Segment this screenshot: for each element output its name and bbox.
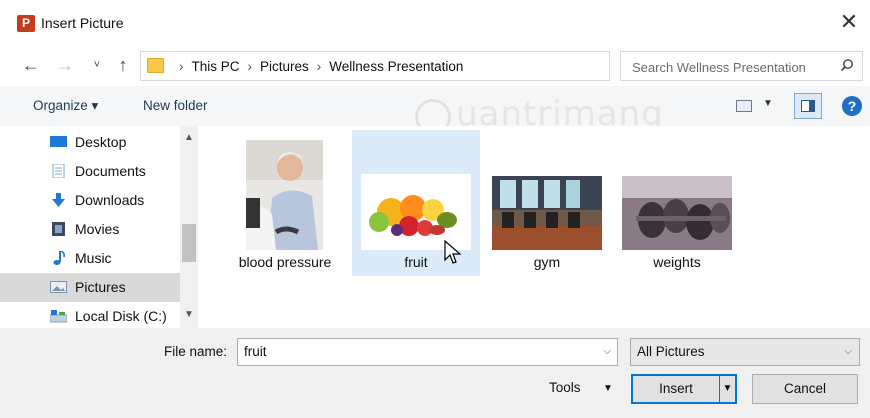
gym-thumbnail — [492, 176, 602, 250]
sidebar-item-label: Local Disk (C:) — [75, 308, 167, 324]
help-icon[interactable]: ? — [842, 96, 862, 116]
tools-chevron-icon[interactable]: ▼ — [603, 383, 613, 394]
sidebar-item-label: Music — [75, 250, 112, 266]
file-item-weights[interactable]: weights — [618, 130, 736, 276]
sidebar-item-desktop[interactable]: Desktop — [44, 128, 180, 157]
navigation-pane: Desktop Documents Downloads Movies Music… — [0, 126, 180, 328]
local-disk-icon — [50, 310, 67, 323]
sidebar-item-label: Movies — [75, 221, 120, 237]
new-folder-button[interactable]: New folder — [143, 98, 208, 113]
close-button[interactable]: ✕ — [836, 9, 862, 35]
file-list: blood pressure fruit gym weights — [198, 126, 870, 328]
file-name-input[interactable]: fruit ⌵ — [237, 338, 618, 366]
blood-pressure-thumbnail — [246, 140, 323, 250]
weights-thumbnail — [622, 176, 732, 250]
dialog-title: Insert Picture — [41, 15, 124, 31]
address-bar[interactable]: › This PC › Pictures › Wellness Presentation … — [140, 51, 738, 81]
file-type-select[interactable]: All Pictures ⌵ — [630, 338, 860, 366]
downloads-icon — [52, 193, 65, 207]
search-icon[interactable] — [840, 58, 854, 75]
breadcrumb: › This PC › Pictures › Wellness Presentation — [179, 59, 464, 74]
dialog-footer: File name: fruit ⌵ All Pictures ⌵ Tools … — [0, 328, 870, 418]
organize-button[interactable]: Organize ▾ — [33, 98, 98, 114]
address-row: ← → ˅ ↑ › This PC › Pictures › Wellness Prese… — [0, 46, 870, 86]
sidebar-scrollbar[interactable]: ▲ ▼ — [180, 126, 198, 328]
insert-button[interactable]: Insert ▼ — [631, 374, 737, 404]
recent-locations-icon[interactable]: ˅ — [86, 54, 108, 76]
sidebar-item-label: Desktop — [75, 134, 127, 150]
view-options-chevron-icon[interactable]: ▼ — [763, 98, 773, 109]
scroll-down-icon[interactable]: ▼ — [184, 309, 194, 320]
breadcrumb-pictures[interactable]: Pictures — [260, 59, 309, 74]
mouse-cursor-icon — [444, 240, 462, 264]
insert-button-label: Insert — [659, 381, 693, 396]
file-name-value[interactable]: fruit — [244, 344, 267, 359]
chevron-down-icon[interactable]: ⌵ — [844, 346, 852, 357]
breadcrumb-this-pc[interactable]: This PC — [192, 59, 240, 74]
back-arrow-icon[interactable]: ← — [20, 54, 42, 76]
file-name-label: gym — [533, 254, 561, 270]
preview-pane-icon — [801, 100, 815, 112]
sidebar-item-pictures[interactable]: Pictures — [0, 273, 180, 302]
documents-icon — [52, 164, 65, 178]
up-arrow-icon[interactable]: ↑ — [112, 54, 134, 76]
file-name-label: blood pressure — [238, 254, 332, 270]
fruit-thumbnail — [361, 174, 471, 250]
breadcrumb-wellness-presentation[interactable]: Wellness Presentation — [329, 59, 463, 74]
preview-pane-button[interactable] — [794, 93, 822, 119]
movies-icon — [52, 222, 65, 236]
sidebar-item-movies[interactable]: Movies — [44, 215, 180, 244]
chevron-down-icon[interactable]: ⌵ — [603, 346, 611, 357]
sidebar-item-downloads[interactable]: Downloads — [44, 186, 180, 215]
title-bar: P Insert Picture ✕ — [0, 0, 870, 46]
music-icon — [53, 251, 65, 265]
folder-icon — [147, 58, 164, 73]
pictures-icon — [50, 281, 67, 293]
sidebar-item-documents[interactable]: Documents — [44, 157, 180, 186]
sidebar-item-label: Pictures — [75, 279, 126, 295]
sidebar-item-label: Downloads — [75, 192, 145, 208]
scroll-up-icon[interactable]: ▲ — [184, 132, 194, 143]
sidebar-item-local-disk[interactable]: Local Disk (C:) — [44, 302, 180, 331]
desktop-icon — [50, 136, 67, 147]
file-name-label: File name: — [164, 344, 228, 359]
file-item-blood-pressure[interactable]: blood pressure — [232, 130, 338, 276]
powerpoint-icon: P — [17, 15, 35, 32]
sidebar-item-music[interactable]: Music — [44, 244, 180, 273]
cancel-button[interactable]: Cancel — [752, 374, 858, 404]
change-view-icon[interactable] — [736, 100, 752, 112]
search-box[interactable]: Search Wellness Presentation — [620, 51, 863, 81]
command-bar: Organize ▾ New folder uantrimang ▼ ? — [0, 86, 870, 135]
file-name-label: weights — [653, 254, 701, 270]
scrollbar-thumb[interactable] — [182, 224, 196, 262]
tools-button[interactable]: Tools — [549, 380, 581, 395]
insert-options-chevron-icon[interactable]: ▼ — [719, 376, 735, 402]
file-type-value: All Pictures — [637, 344, 705, 359]
search-input[interactable]: Search Wellness Presentation — [632, 60, 806, 75]
forward-arrow-icon[interactable]: → — [54, 54, 76, 76]
file-item-gym[interactable]: gym — [488, 130, 606, 276]
sidebar-item-label: Documents — [75, 163, 146, 179]
